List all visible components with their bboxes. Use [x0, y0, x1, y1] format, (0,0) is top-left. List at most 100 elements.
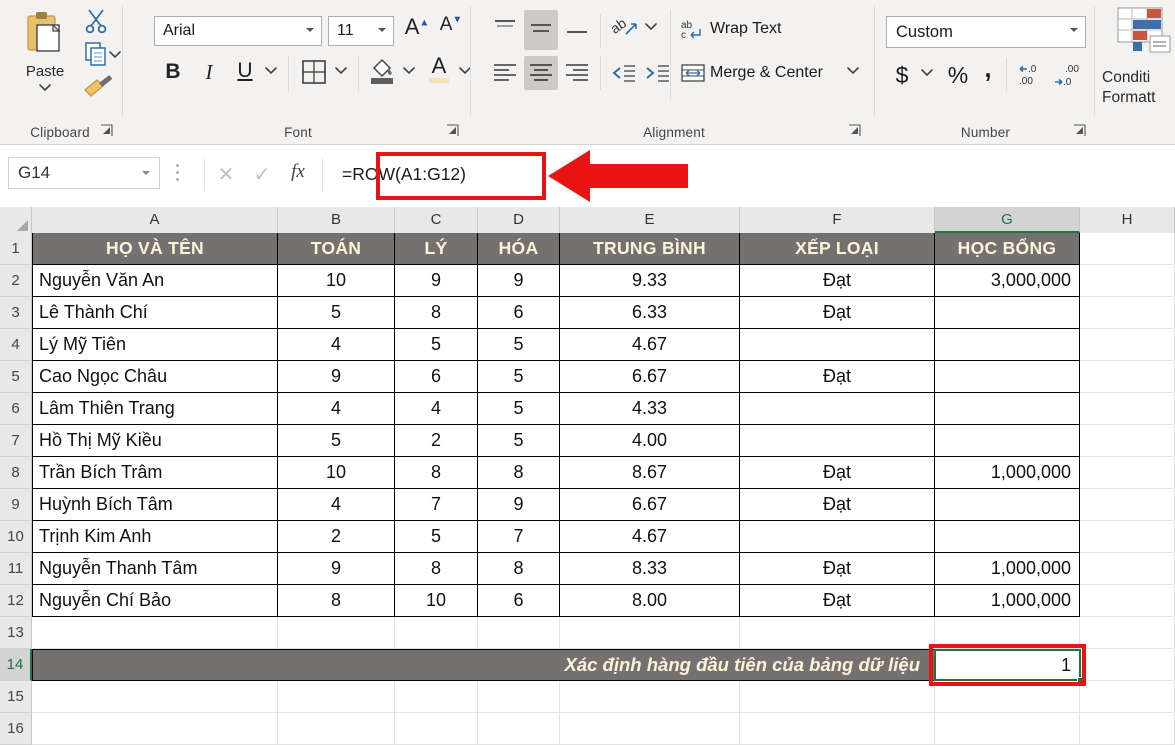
cell-F4[interactable] [740, 329, 935, 361]
cell-F1[interactable]: XẾP LOẠI [740, 233, 935, 265]
column-header-c[interactable]: C [395, 207, 478, 233]
cell-C11[interactable]: 8 [395, 553, 478, 585]
cell-C3[interactable]: 8 [395, 297, 478, 329]
cell-G8[interactable]: 1,000,000 [935, 457, 1080, 489]
decrease-font-size-button[interactable]: A▼ [436, 14, 466, 46]
cell-D12[interactable]: 6 [478, 585, 560, 617]
cell-B5[interactable]: 9 [278, 361, 395, 393]
paste-dropdown-chevron[interactable] [14, 79, 76, 97]
cell-D11[interactable]: 8 [478, 553, 560, 585]
cell-D7[interactable]: 5 [478, 425, 560, 457]
cell-F3[interactable]: Đạt [740, 297, 935, 329]
cell-A6[interactable]: Lâm Thiên Trang [32, 393, 278, 425]
cell-E4[interactable]: 4.67 [560, 329, 740, 361]
font-color-button[interactable]: A [424, 54, 454, 88]
cell-A1[interactable]: HỌ VÀ TÊN [32, 233, 278, 265]
increase-font-size-button[interactable]: A▲ [402, 14, 432, 46]
number-dialog-launcher[interactable] [1073, 124, 1087, 138]
cell-E10[interactable]: 4.67 [560, 521, 740, 553]
borders-dropdown-chevron[interactable] [332, 62, 350, 82]
cell-B1[interactable]: TOÁN [278, 233, 395, 265]
number-format-combobox[interactable]: Custom [886, 16, 1086, 48]
cell-F6[interactable] [740, 393, 935, 425]
cell-C1[interactable]: LÝ [395, 233, 478, 265]
column-header-f[interactable]: F [740, 207, 935, 233]
bold-button[interactable]: B [158, 56, 188, 88]
cell-F12[interactable]: Đạt [740, 585, 935, 617]
cell-E8[interactable]: 8.67 [560, 457, 740, 489]
accounting-dropdown-chevron[interactable] [918, 64, 936, 84]
cell-D3[interactable]: 6 [478, 297, 560, 329]
fill-color-button[interactable] [366, 54, 398, 88]
cell-E11[interactable]: 8.33 [560, 553, 740, 585]
row-header-13[interactable]: 13 [0, 617, 32, 649]
cell-A5[interactable]: Cao Ngọc Châu [32, 361, 278, 393]
cell-D10[interactable]: 7 [478, 521, 560, 553]
select-all-corner[interactable] [0, 207, 32, 233]
font-color-dropdown-chevron[interactable] [456, 62, 474, 82]
cut-button[interactable] [82, 6, 112, 36]
fill-handle[interactable] [1077, 677, 1084, 684]
cell-D1[interactable]: HÓA [478, 233, 560, 265]
formula-input[interactable] [330, 158, 1175, 190]
column-header-d[interactable]: D [478, 207, 560, 233]
text-orientation-button[interactable]: ab [607, 12, 642, 46]
italic-button[interactable]: I [194, 56, 224, 88]
cell-G12[interactable]: 1,000,000 [935, 585, 1080, 617]
row-header-7[interactable]: 7 [0, 425, 32, 457]
cell-C2[interactable]: 9 [395, 265, 478, 297]
cell-B11[interactable]: 9 [278, 553, 395, 585]
decrease-indent-button[interactable] [606, 56, 640, 90]
cell-G9[interactable] [935, 489, 1080, 521]
row-header-5[interactable]: 5 [0, 361, 32, 393]
format-painter-button[interactable] [82, 74, 116, 104]
clipboard-dialog-launcher[interactable] [100, 124, 114, 138]
cell-G10[interactable] [935, 521, 1080, 553]
increase-indent-button[interactable] [640, 56, 674, 90]
cell-E12[interactable]: 8.00 [560, 585, 740, 617]
cell-F7[interactable] [740, 425, 935, 457]
cell-A11[interactable]: Nguyễn Thanh Tâm [32, 553, 278, 585]
percent-format-button[interactable]: % [944, 58, 972, 92]
align-middle-button[interactable] [524, 10, 558, 50]
underline-button[interactable]: U [230, 56, 260, 88]
cell-A8[interactable]: Trần Bích Trâm [32, 457, 278, 489]
cell-E7[interactable]: 4.00 [560, 425, 740, 457]
decrease-decimal-button[interactable]: .00 .0 [1050, 58, 1084, 92]
row-header-15[interactable]: 15 [0, 681, 32, 713]
active-cell-g14[interactable]: 1 [934, 649, 1081, 681]
conditional-formatting-button[interactable]: Conditi Formatt [1102, 6, 1175, 116]
cell-E2[interactable]: 9.33 [560, 265, 740, 297]
row-header-14[interactable]: 14 [0, 649, 32, 681]
cell-A9[interactable]: Huỳnh Bích Tâm [32, 489, 278, 521]
cell-C12[interactable]: 10 [395, 585, 478, 617]
merge-dropdown-chevron[interactable] [846, 62, 864, 82]
cell-D4[interactable]: 5 [478, 329, 560, 361]
fill-color-dropdown-chevron[interactable] [400, 62, 418, 82]
cell-F2[interactable]: Đạt [740, 265, 935, 297]
increase-decimal-button[interactable]: .0 .00 [1014, 58, 1048, 92]
wrap-text-button[interactable]: ab c Wrap Text [680, 12, 787, 46]
column-header-e[interactable]: E [560, 207, 740, 233]
row-header-6[interactable]: 6 [0, 393, 32, 425]
cell-D5[interactable]: 5 [478, 361, 560, 393]
cell-G4[interactable] [935, 329, 1080, 361]
borders-button[interactable] [298, 56, 330, 88]
cell-A10[interactable]: Trịnh Kim Anh [32, 521, 278, 553]
row-header-4[interactable]: 4 [0, 329, 32, 361]
cell-B6[interactable]: 4 [278, 393, 395, 425]
font-name-combobox[interactable]: Arial [154, 16, 322, 46]
name-box[interactable]: G14 [8, 157, 160, 189]
cell-G5[interactable] [935, 361, 1080, 393]
cell-A2[interactable]: Nguyễn Văn An [32, 265, 278, 297]
cell-C6[interactable]: 4 [395, 393, 478, 425]
cell-E6[interactable]: 4.33 [560, 393, 740, 425]
row-header-10[interactable]: 10 [0, 521, 32, 553]
cell-D9[interactable]: 9 [478, 489, 560, 521]
cell-C10[interactable]: 5 [395, 521, 478, 553]
cell-D8[interactable]: 8 [478, 457, 560, 489]
row-header-3[interactable]: 3 [0, 297, 32, 329]
align-top-button[interactable] [488, 14, 522, 46]
insert-function-button[interactable]: fx [284, 161, 312, 189]
cell-E5[interactable]: 6.67 [560, 361, 740, 393]
